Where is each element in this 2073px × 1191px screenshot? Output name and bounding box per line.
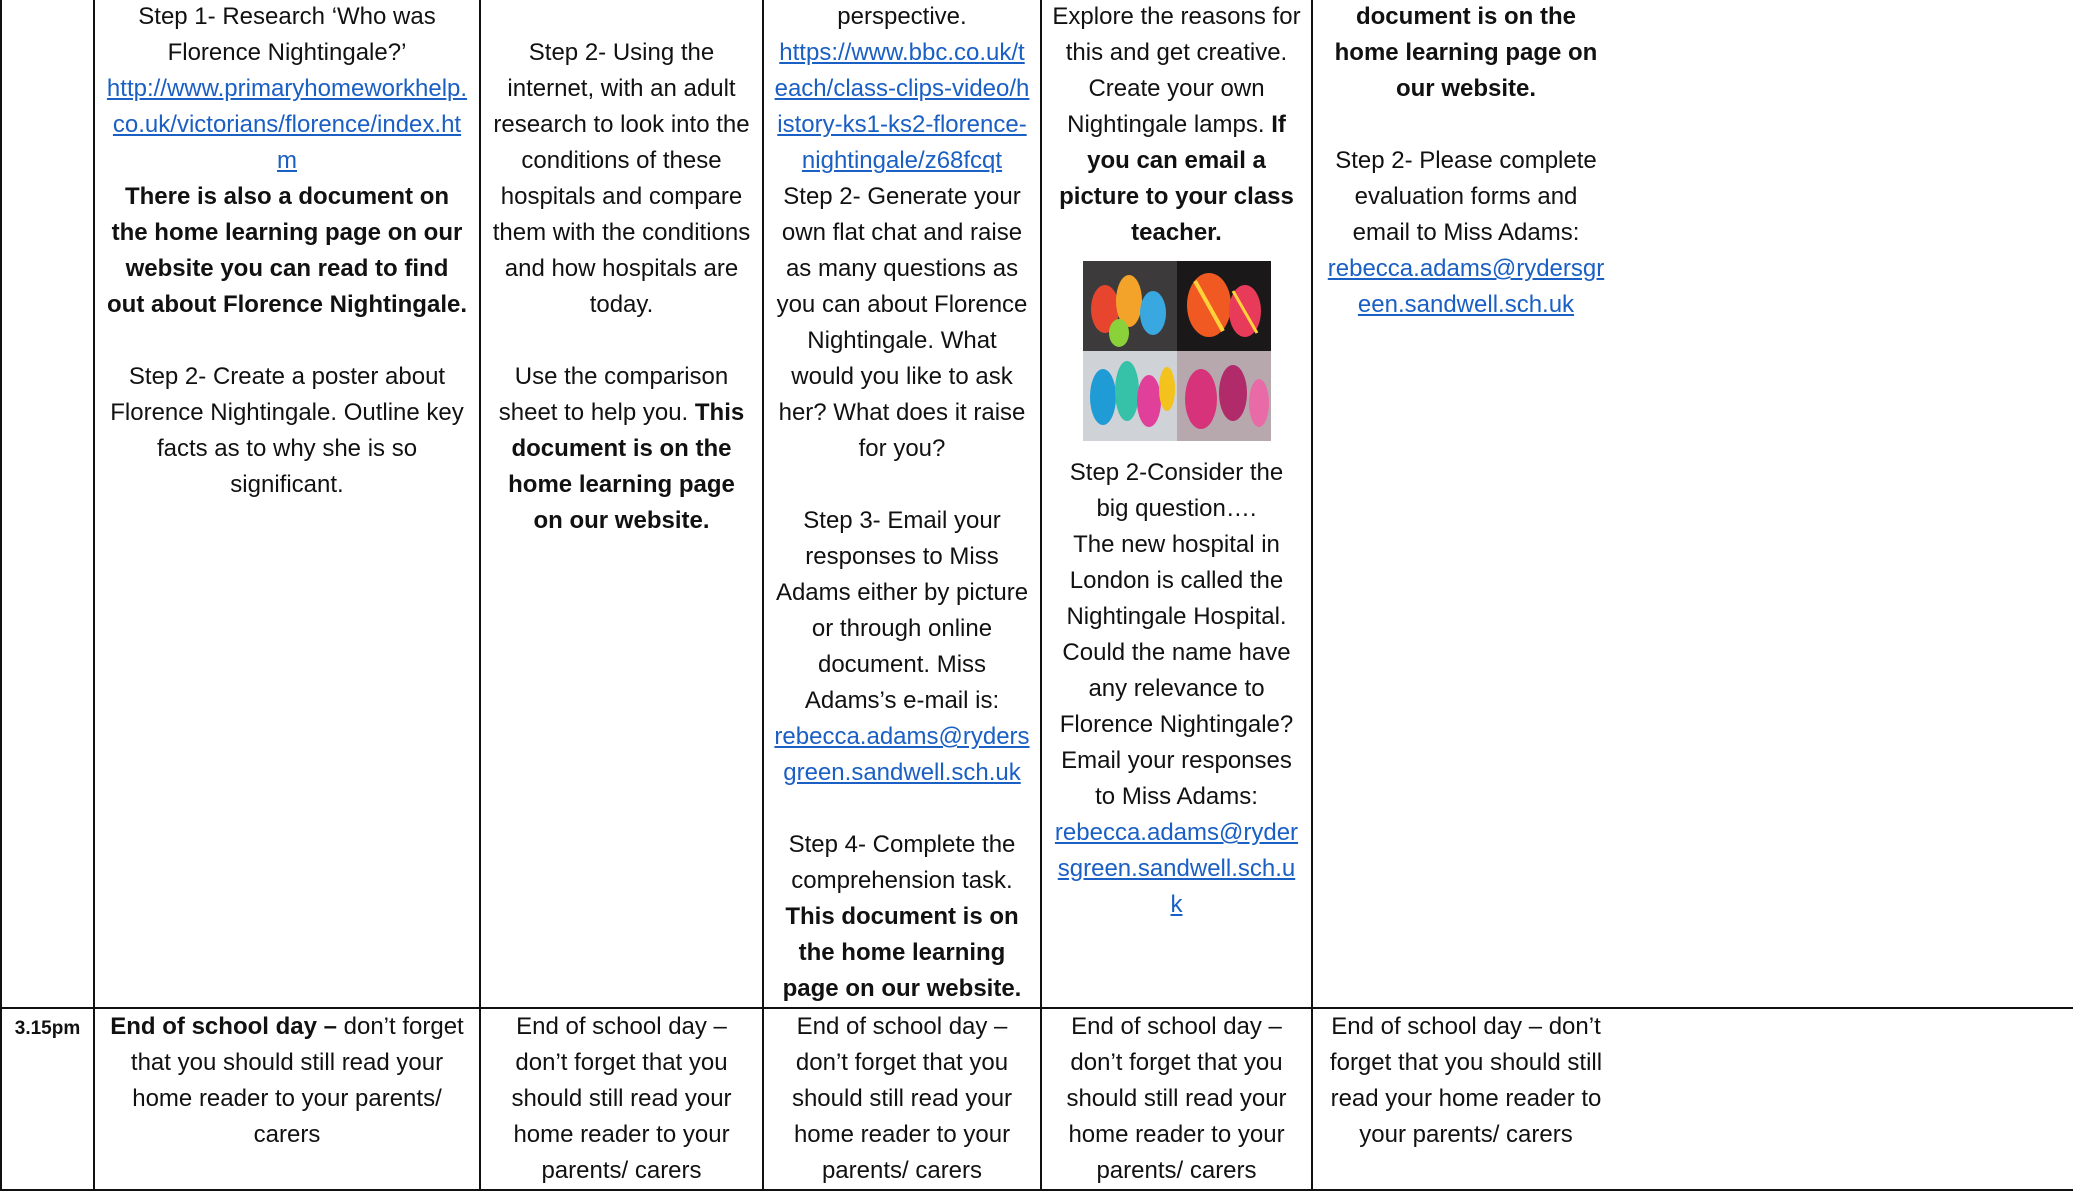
col4-email-link[interactable]: rebecca.adams@rydersgreen.sandwell.sch.u…	[1052, 815, 1301, 923]
end-day-bold: End of school day –	[110, 1013, 337, 1040]
col2-step2: Step 2- Using the internet, with an adul…	[492, 39, 751, 318]
step4-text: Step 4- Complete the comprehension task.	[788, 831, 1016, 894]
col4-explore: Explore the reasons for this and get cre…	[1052, 0, 1301, 251]
end-day-text: End of school day – don’t forget that yo…	[791, 1013, 1013, 1184]
time-cell: 3.15pm	[0, 1007, 95, 1191]
col4-step2: Step 2-Consider the big question….	[1069, 459, 1284, 522]
end-day-text: End of school day – don’t forget that yo…	[511, 1013, 732, 1184]
col1-bold-note: There is also a document on the home lea…	[107, 183, 467, 318]
col1-step2: Step 2- Create a poster about Florence N…	[110, 363, 464, 498]
primaryhomework-link[interactable]: http://www.primaryhomeworkhelp.co.uk/vic…	[105, 71, 469, 179]
end-day-col2: End of school day – don’t forget that yo…	[479, 1007, 764, 1191]
bbc-link[interactable]: https://www.bbc.co.uk/teach/class-clips-…	[774, 35, 1030, 179]
comparison-text: Use the comparison sheet to help you.	[498, 363, 729, 426]
col3-step4: Step 4- Complete the comprehension task.…	[774, 827, 1030, 1006]
time-label: 3.15pm	[14, 1018, 81, 1039]
col4-cell: Explore the reasons for this and get cre…	[1040, 0, 1313, 1009]
col3-perspective: perspective.	[837, 3, 967, 30]
end-day-col3: End of school day – don’t forget that yo…	[762, 1007, 1042, 1191]
col5-email-link[interactable]: rebecca.adams@rydersgreen.sandwell.sch.u…	[1325, 251, 1607, 323]
table-row: Step 1- Research ‘Who was Florence Night…	[0, 0, 2073, 1009]
col2-cell: Step 2- Using the internet, with an adul…	[479, 0, 764, 1009]
explore-text: Explore the reasons for this and get cre…	[1052, 3, 1301, 138]
paper-lanterns-photo-icon	[1082, 261, 1271, 441]
time-cell	[0, 0, 95, 1009]
col1-cell: Step 1- Research ‘Who was Florence Night…	[93, 0, 481, 1009]
col2-comparison: Use the comparison sheet to help you. Th…	[491, 359, 752, 539]
col5-step2: Step 2- Please complete evaluation forms…	[1335, 147, 1597, 246]
end-day-col5: End of school day – don’t forget that yo…	[1311, 1007, 2073, 1191]
col3-step3: Step 3- Email your responses to Miss Ada…	[775, 507, 1029, 714]
col3-cell: perspective. https://www.bbc.co.uk/teach…	[762, 0, 1042, 1009]
table-row: 3.15pm End of school day – don’t forget …	[0, 1007, 2073, 1191]
step4-bold: This document is on the home learning pa…	[782, 903, 1022, 1002]
col5-top-bold: document is on the home learning page on…	[1334, 3, 1598, 102]
end-day-col1: End of school day – don’t forget that yo…	[93, 1007, 481, 1191]
home-learning-timetable: Step 1- Research ‘Who was Florence Night…	[0, 0, 2073, 1191]
col3-step2: Step 2- Generate your own flat chat and …	[776, 183, 1028, 462]
col5-cell: document is on the home learning page on…	[1311, 0, 2073, 1009]
col1-step1: Step 1- Research ‘Who was Florence Night…	[138, 3, 436, 66]
col4-email-prompt: Email your responses to Miss Adams:	[1061, 747, 1292, 810]
end-day-text: End of school day – don’t forget that yo…	[1066, 1013, 1287, 1184]
col4-question: Could the name have any relevance to Flo…	[1059, 639, 1294, 738]
end-day-col4: End of school day – don’t forget that yo…	[1040, 1007, 1313, 1191]
col3-email-link[interactable]: rebecca.adams@rydersgreen.sandwell.sch.u…	[774, 719, 1030, 791]
col4-hospital: The new hospital in London is called the…	[1066, 531, 1287, 630]
timetable-page: Step 1- Research ‘Who was Florence Night…	[0, 0, 2073, 1191]
